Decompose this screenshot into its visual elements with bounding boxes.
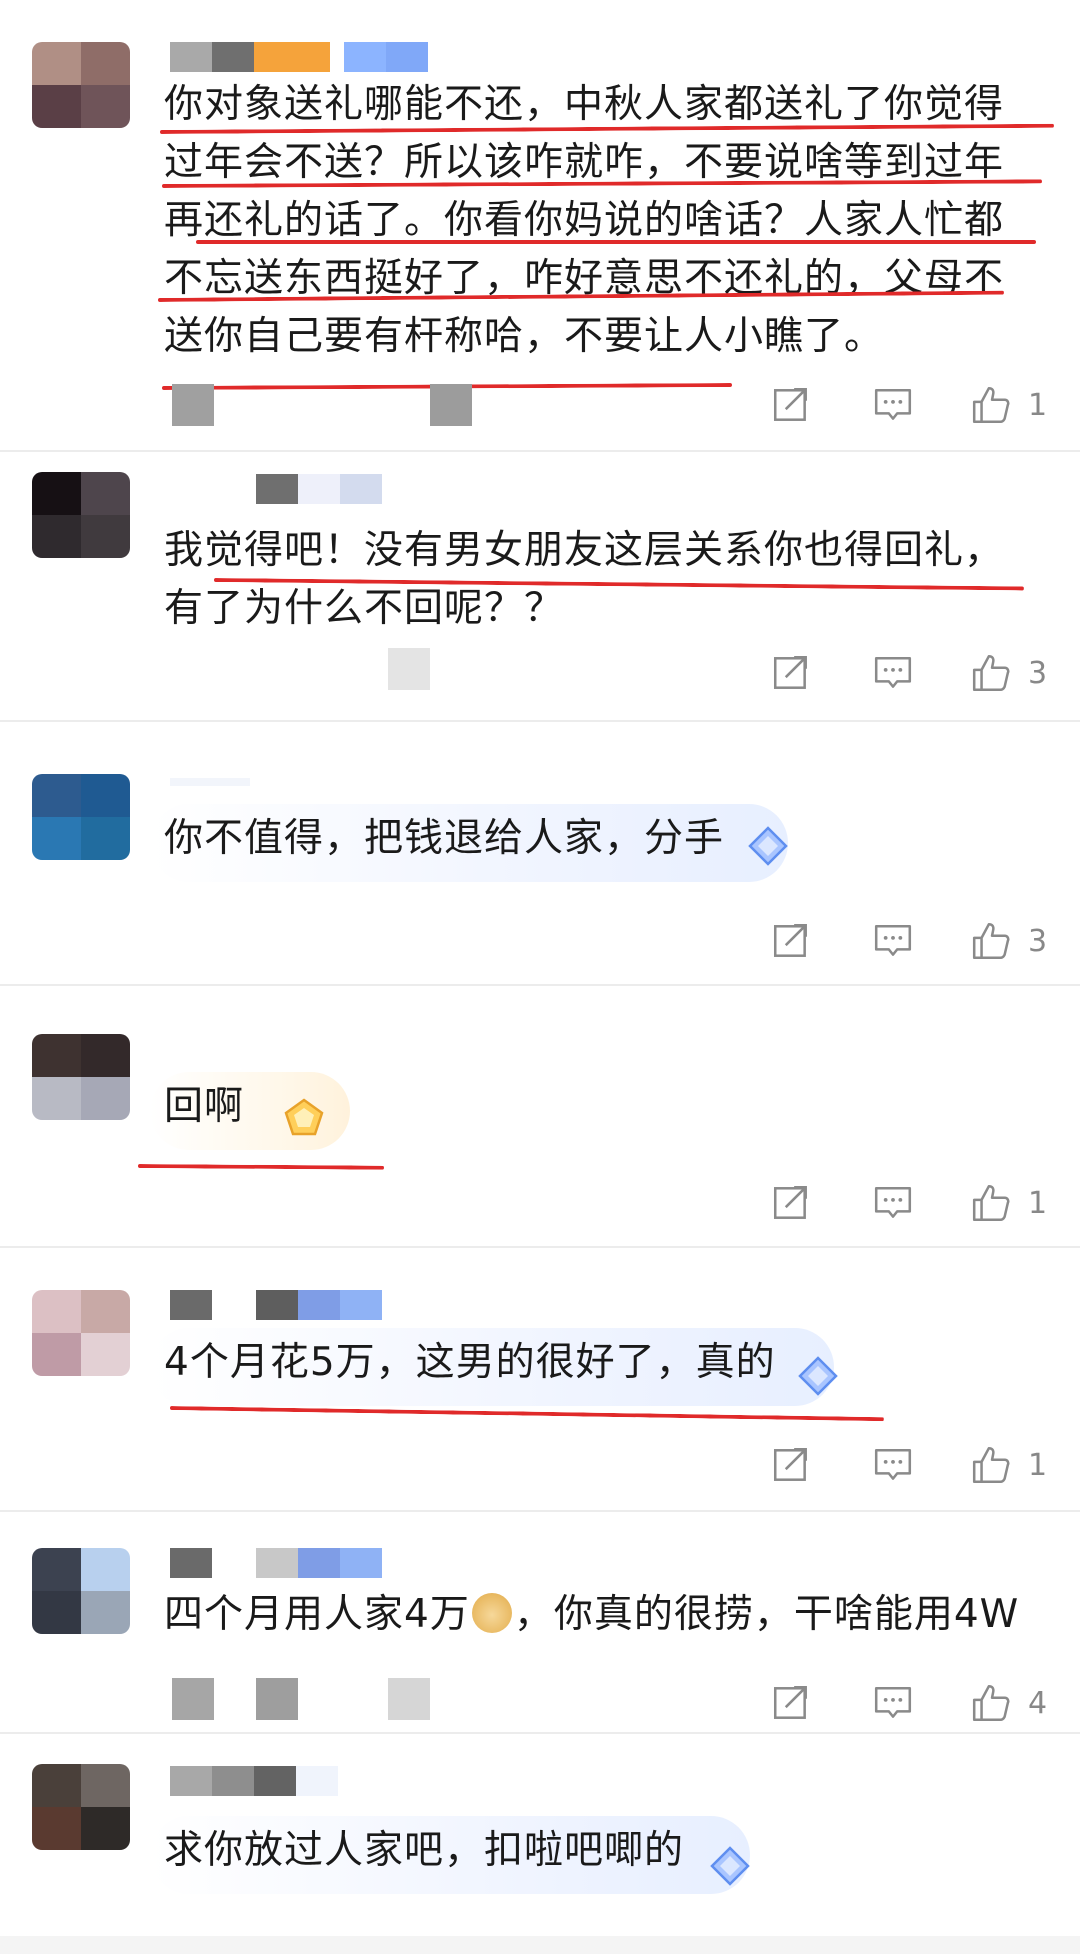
underline-annotation [137, 1164, 385, 1170]
comment-icon [874, 389, 912, 420]
reply-button[interactable] [870, 918, 916, 964]
avatar[interactable] [32, 42, 130, 128]
comment-icon [874, 657, 912, 688]
comment-item: 你对象送礼哪能不还，中秋人家都送礼了你觉得过年会不送？所以该咋就咋，不要说啥等到… [0, 0, 1080, 452]
comment-icon [874, 925, 912, 956]
comment-icon [874, 1449, 912, 1480]
thumbs-up-icon [972, 1446, 1010, 1484]
thumbs-up-icon [972, 1684, 1010, 1722]
comment-text: 你不值得，把钱退给人家，分手 [164, 816, 725, 861]
comment-text: 4个月花5万，这男的很好了，真的 [164, 1340, 776, 1385]
share-icon [773, 1185, 807, 1219]
thumbs-up-icon [972, 386, 1010, 424]
comment-item: 回啊 1 [0, 986, 1080, 1248]
avatar[interactable] [32, 1764, 130, 1850]
comment-actions: 4 [768, 1680, 1050, 1726]
like-button[interactable] [968, 650, 1014, 696]
comment-icon [874, 1687, 912, 1718]
share-button[interactable] [768, 1680, 814, 1726]
share-button[interactable] [768, 382, 814, 428]
comment-actions: 1 [768, 1442, 1050, 1488]
comment-item: 我觉得吧！没有男女朋友这层关系你也得回礼，有了为什么不回呢？？ 3 [0, 452, 1080, 722]
username-blurred[interactable] [170, 474, 382, 504]
username-blurred[interactable] [170, 1548, 382, 1578]
comment-text-part: 四个月用人家4万 [164, 1592, 470, 1637]
share-icon [773, 923, 807, 957]
like-count: 3 [1028, 923, 1048, 959]
share-button[interactable] [768, 918, 814, 964]
comment-text: 四个月用人家4万 ，你真的很捞，干啥能用4W [164, 1586, 1040, 1644]
like-count: 1 [1028, 1447, 1048, 1483]
avatar[interactable] [32, 1034, 130, 1120]
thumbs-up-icon [972, 922, 1010, 960]
share-button[interactable] [768, 1442, 814, 1488]
comment-actions: 1 [768, 382, 1050, 428]
thumbs-up-icon [972, 1184, 1010, 1222]
comment-text: 求你放过人家吧，扣啦吧唧的 [164, 1828, 685, 1873]
diamond-badge-icon [798, 1356, 838, 1396]
avatar[interactable] [32, 1548, 130, 1634]
doge-emoji-icon [471, 1593, 512, 1633]
comment-item: 求你放过人家吧，扣啦吧唧的 [0, 1734, 1080, 1954]
diamond-badge-icon [748, 826, 788, 866]
comment-text-part: ，你真的很捞，干啥能用4W [513, 1592, 1020, 1637]
comment-item: 你不值得，把钱退给人家，分手 3 [0, 722, 1080, 986]
like-button[interactable] [968, 1442, 1014, 1488]
comment-item: 四个月用人家4万 ，你真的很捞，干啥能用4W 4 [0, 1512, 1080, 1734]
comment-icon [874, 1187, 912, 1218]
underline-annotation [196, 240, 1036, 244]
reply-button[interactable] [870, 382, 916, 428]
like-count: 4 [1028, 1685, 1048, 1721]
username-blurred[interactable] [170, 1290, 382, 1320]
share-icon [773, 1447, 807, 1481]
underline-annotation [169, 1406, 884, 1422]
share-icon [773, 387, 807, 421]
comment-actions: 1 [768, 1180, 1050, 1226]
comment-text: 你对象送礼哪能不还，中秋人家都送礼了你觉得过年会不送？所以该咋就咋，不要说啥等到… [164, 82, 1005, 359]
thumbs-up-icon [972, 654, 1010, 692]
like-button[interactable] [968, 1680, 1014, 1726]
reply-button[interactable] [870, 1680, 916, 1726]
username-blurred[interactable] [170, 42, 428, 72]
reply-button[interactable] [870, 1180, 916, 1226]
avatar[interactable] [32, 774, 130, 860]
share-icon [773, 655, 807, 689]
like-count: 1 [1028, 387, 1048, 423]
like-button[interactable] [968, 1180, 1014, 1226]
share-button[interactable] [768, 1180, 814, 1226]
avatar[interactable] [32, 1290, 130, 1376]
avatar[interactable] [32, 472, 130, 558]
like-count: 3 [1028, 655, 1048, 691]
share-button[interactable] [768, 650, 814, 696]
diamond-badge-icon [710, 1846, 750, 1886]
like-count: 1 [1028, 1185, 1048, 1221]
comment-actions: 3 [768, 650, 1050, 696]
bottom-divider [0, 1936, 1080, 1954]
like-button[interactable] [968, 918, 1014, 964]
pentagon-badge-icon [284, 1098, 324, 1136]
reply-button[interactable] [870, 1442, 916, 1488]
reply-button[interactable] [870, 650, 916, 696]
like-button[interactable] [968, 382, 1014, 428]
username-blurred[interactable] [170, 1766, 338, 1796]
comment-actions: 3 [768, 918, 1050, 964]
share-icon [773, 1685, 807, 1719]
comment-item: 4个月花5万，这男的很好了，真的 1 [0, 1248, 1080, 1512]
